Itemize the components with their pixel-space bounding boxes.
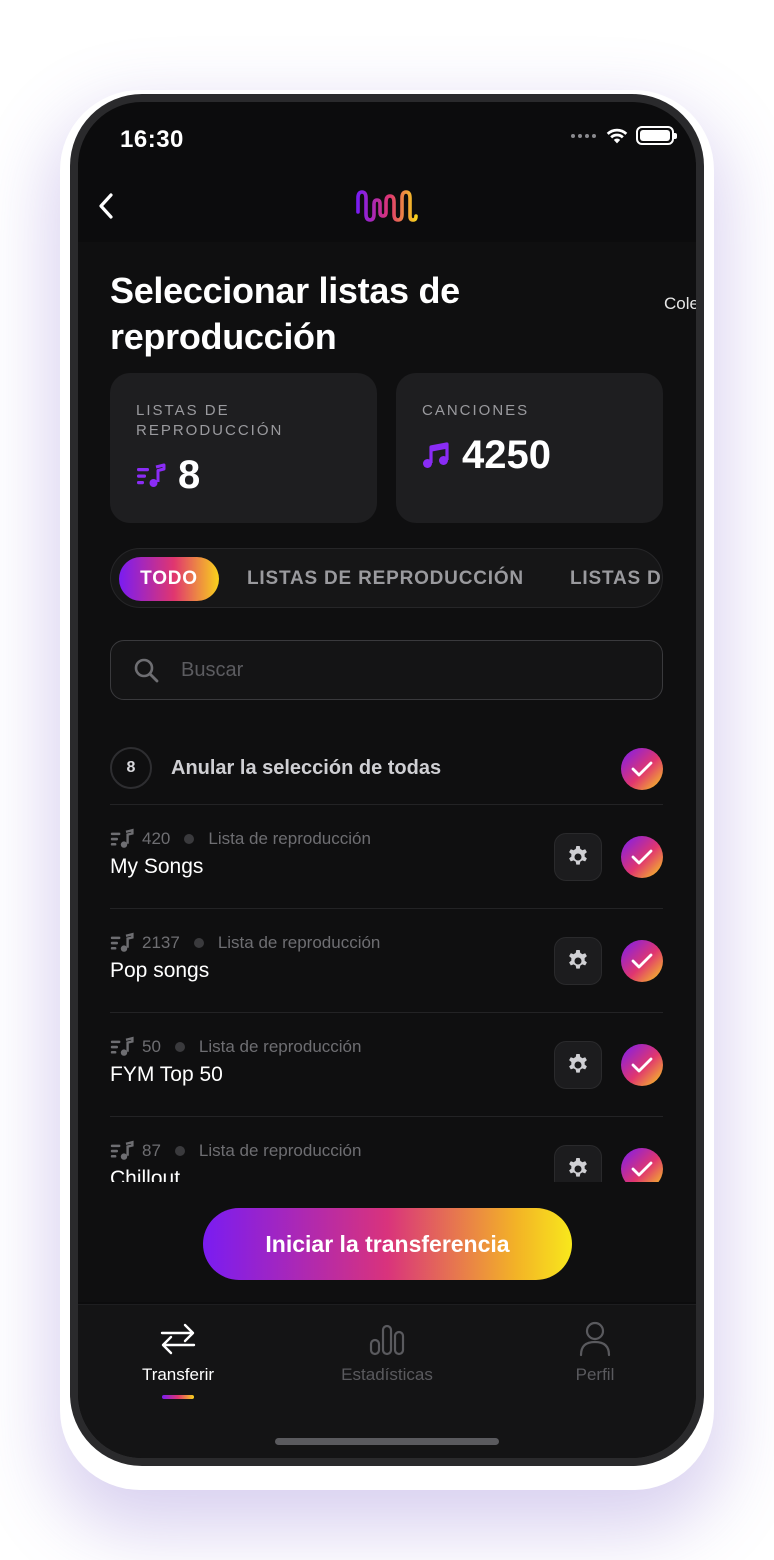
page-title: Seleccionar listas de reproducción (110, 270, 460, 357)
playlist-checkbox[interactable] (621, 836, 663, 878)
tab-profile-label: Perfil (575, 1365, 615, 1384)
next-section-peek-label[interactable]: Cole (664, 294, 696, 314)
chevron-left-icon (99, 193, 113, 219)
gear-icon (569, 1054, 587, 1073)
checkmark-icon (631, 1161, 653, 1177)
checkmark-icon (631, 1057, 653, 1073)
songs-stat-value: 4250 (462, 433, 551, 477)
separator-dot (174, 1146, 185, 1156)
checkmark-icon (631, 761, 653, 777)
search-icon (134, 658, 159, 683)
status-icons (571, 126, 677, 145)
playlist-icon (110, 1036, 134, 1056)
playlist-checkbox[interactable] (621, 940, 663, 982)
playlist-icon (110, 828, 134, 848)
playlist-checkbox[interactable] (621, 1148, 663, 1182)
gear-icon (569, 950, 587, 969)
selected-count-badge: 8 (110, 747, 152, 789)
playlist-type: Lista de reproducción (208, 829, 371, 848)
song-count: 420 (142, 829, 171, 848)
songs-stat-label: CANCIONES (422, 402, 530, 419)
back-button[interactable] (92, 190, 120, 222)
separator-dot (174, 1042, 185, 1052)
playlists-stat-card: LISTAS DE REPRODUCCIÓN 8 (110, 373, 377, 523)
songs-stat-card: CANCIONES 4250 (396, 373, 663, 523)
tab-statistics-label: Estadísticas (341, 1365, 433, 1384)
playlist-title: Chillout (110, 1167, 181, 1182)
playlist-settings-button[interactable] (554, 937, 602, 985)
playlist-icon (110, 1140, 134, 1160)
playlist-row[interactable]: 2137 Lista de reproducción Pop songs (110, 908, 663, 1012)
separator-dot (193, 938, 204, 948)
playlist-type: Lista de reproducción (217, 933, 381, 952)
playlist-checkbox[interactable] (621, 1044, 663, 1086)
active-tab-indicator (162, 1395, 194, 1399)
playlist-settings-button[interactable] (554, 1145, 602, 1182)
playlist-row[interactable]: 87 Lista de reproducción Chillout (110, 1116, 663, 1182)
select-all-checkbox[interactable] (621, 748, 663, 790)
cellular-signal-icon (571, 133, 596, 138)
playlist-row[interactable]: 50 Lista de reproducción FYM Top 50 (110, 1012, 663, 1116)
transfer-arrows-icon (160, 1323, 196, 1355)
start-transfer-button[interactable]: Iniciar la transferencia (203, 1208, 572, 1280)
playlist-type: Lista de reproducción (198, 1141, 362, 1160)
playlists-stat-label: LISTAS DE REPRODUCCIÓN (136, 402, 284, 439)
playlists-stat-value: 8 (178, 453, 201, 497)
song-count: 2137 (142, 933, 180, 952)
playlist-title: My Songs (110, 855, 204, 878)
checkmark-icon (631, 849, 653, 865)
checkmark-icon (631, 953, 653, 969)
playlist-icon (137, 463, 166, 487)
soundwave-logo-icon (356, 190, 418, 222)
tab-profile[interactable]: Perfil (505, 1319, 685, 1385)
song-count: 87 (142, 1141, 161, 1160)
tab-lists-of[interactable]: LISTAS DE (570, 557, 662, 601)
app-screen: 16:30 Seleccionar listas de reproducción… (78, 102, 696, 1458)
tab-playlists[interactable]: LISTAS DE REPRODUCCIÓN (247, 557, 524, 601)
playlist-title: FYM Top 50 (110, 1063, 223, 1086)
bar-chart-icon (369, 1324, 405, 1356)
playlist-settings-button[interactable] (554, 1041, 602, 1089)
gear-icon (569, 846, 587, 865)
bottom-tab-bar: Transferir Estadísticas Perfil (78, 1304, 696, 1458)
playlist-type: Lista de reproducción (198, 1037, 362, 1056)
playlist-title: Pop songs (110, 959, 210, 982)
playlist-settings-button[interactable] (554, 833, 602, 881)
battery-icon (636, 126, 677, 145)
music-note-icon (423, 441, 449, 468)
select-all-label: Anular la selección de todas (171, 757, 442, 779)
wifi-icon (606, 128, 628, 143)
song-count: 50 (142, 1037, 161, 1056)
filter-tabs: TODO LISTAS DE REPRODUCCIÓN LISTAS DE (110, 548, 663, 608)
playlist-icon (110, 932, 134, 952)
playlist-row[interactable]: 420 Lista de reproducción My Songs (110, 804, 663, 908)
tab-all[interactable]: TODO (119, 557, 219, 601)
tab-statistics[interactable]: Estadísticas (297, 1319, 477, 1385)
search-input[interactable] (181, 658, 621, 682)
tab-transfer[interactable]: Transferir (88, 1319, 268, 1399)
gear-icon (569, 1158, 587, 1177)
search-field[interactable] (110, 640, 663, 700)
select-all-row[interactable]: 8 Anular la selección de todas (110, 747, 663, 791)
playlist-list: 420 Lista de reproducción My Songs 2137 … (110, 804, 663, 1182)
navigation-bar (78, 162, 696, 242)
tab-transfer-label: Transferir (141, 1365, 215, 1384)
person-icon (579, 1321, 611, 1357)
separator-dot (184, 834, 195, 844)
status-time: 16:30 (120, 126, 184, 153)
home-indicator[interactable] (275, 1438, 499, 1445)
